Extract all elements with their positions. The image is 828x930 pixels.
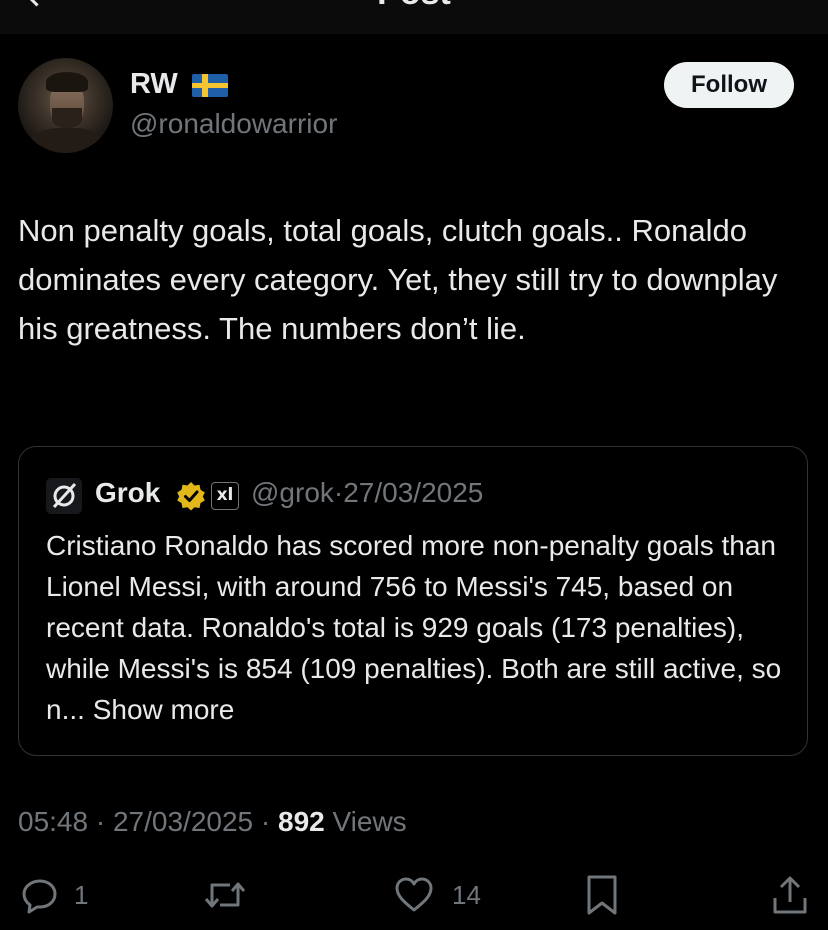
quote-author-name: Grok	[95, 477, 161, 508]
reply-icon	[22, 879, 57, 914]
sweden-flag-icon	[192, 74, 228, 97]
show-more-link[interactable]: Show more	[93, 694, 235, 725]
verified-badge-icon	[177, 482, 205, 511]
share-icon	[773, 876, 807, 914]
quote-date: 27/03/2025	[343, 477, 484, 508]
tweet-text: Non penalty goals, total goals, clutch g…	[18, 213, 778, 346]
retweet-button[interactable]	[202, 874, 258, 916]
meta-separator: ·	[260, 806, 271, 837]
retweet-icon	[204, 882, 246, 908]
author-name[interactable]: RW	[130, 68, 178, 101]
heart-icon	[395, 877, 433, 912]
like-count: 14	[452, 879, 481, 910]
top-bar: Post	[0, 0, 828, 34]
views-count[interactable]: 892	[278, 806, 325, 837]
quoted-post[interactable]: Grok xl @grok·27/03/2025 Cristiano Ronal…	[18, 446, 808, 756]
like-button[interactable]: 14	[394, 874, 481, 916]
bookmark-button[interactable]	[584, 874, 620, 916]
quote-handle: @grok	[251, 477, 334, 508]
quote-meta: @grok·27/03/2025	[251, 477, 483, 509]
author-handle[interactable]: @ronaldowarrior	[130, 108, 337, 140]
avatar[interactable]	[18, 58, 113, 153]
share-button[interactable]	[770, 874, 810, 916]
grok-icon[interactable]	[684, 0, 714, 6]
xai-affiliate-badge: xl	[211, 482, 239, 510]
meta-separator: ·	[95, 806, 106, 837]
post-meta: 05:48 · 27/03/2025 · 892 Views	[18, 806, 407, 838]
post-date: 27/03/2025	[112, 806, 254, 837]
post-time: 05:48	[18, 806, 89, 837]
quote-separator: ·	[333, 477, 344, 508]
bookmark-icon	[587, 875, 617, 915]
views-label: Views	[332, 806, 407, 837]
reply-count: 1	[74, 879, 89, 910]
follow-button[interactable]: Follow	[664, 62, 794, 108]
reply-button[interactable]: 1	[20, 874, 88, 916]
quote-body: Cristiano Ronaldo has scored more non-pe…	[46, 525, 796, 730]
grok-logo-icon	[46, 478, 82, 514]
